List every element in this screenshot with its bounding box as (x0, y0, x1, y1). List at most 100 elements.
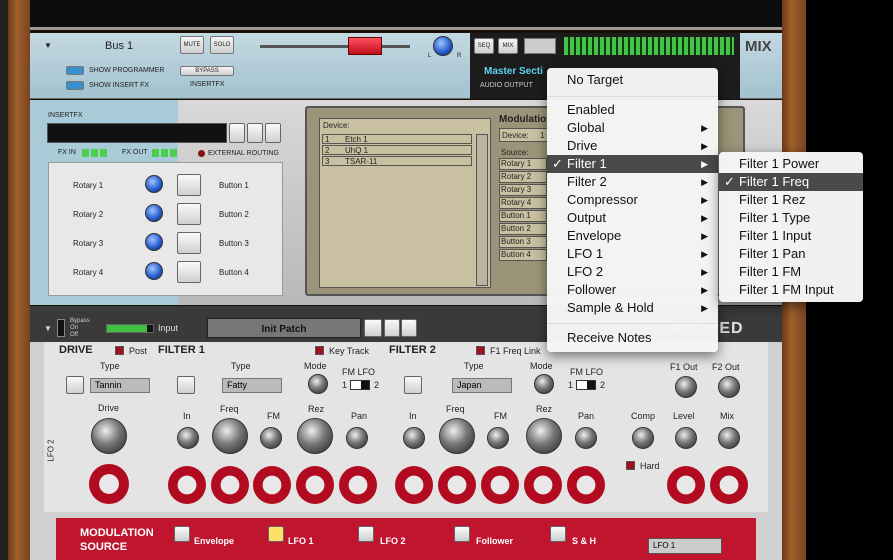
mix-knob[interactable] (718, 427, 740, 449)
submenu-item-filter-1-fm[interactable]: Filter 1 FM (719, 263, 863, 281)
button-1[interactable] (177, 174, 201, 196)
device-list[interactable]: Device: 1 Etch 1 2 UhQ 1 3 TSAR-11 (319, 118, 491, 288)
menu-item-receive-notes[interactable]: Receive Notes (547, 329, 718, 347)
filter1-type-icon-button[interactable] (177, 376, 195, 394)
button-3[interactable] (177, 232, 201, 254)
solo-button[interactable]: SOLO (210, 36, 234, 54)
rotary-4-knob[interactable] (145, 262, 163, 280)
mod-destination-display[interactable]: LFO 1 (648, 538, 722, 554)
filter1-freq-mod-knob[interactable] (211, 466, 249, 504)
filter2-freq-mod-knob[interactable] (438, 466, 476, 504)
fold-arrow[interactable]: ▼ (44, 41, 52, 50)
source-rotary-2[interactable]: Rotary 2 (499, 171, 547, 183)
synth-patch-folder[interactable] (384, 319, 400, 337)
device-row-3[interactable]: 3 TSAR-11 (322, 156, 472, 166)
submenu-item-filter-1-fm-input[interactable]: Filter 1 FM Input (719, 281, 863, 299)
filter2-fm-mod-knob[interactable] (481, 466, 519, 504)
filter2-in-mod-knob[interactable] (395, 466, 433, 504)
source-rotary-1[interactable]: Rotary 1 (499, 158, 547, 170)
button-2[interactable] (177, 203, 201, 225)
filter1-fm-lfo-switch[interactable] (350, 380, 370, 390)
mod-tab-envelope[interactable]: Envelope (194, 536, 234, 546)
mod-tab-lfo1[interactable]: LFO 1 (288, 536, 314, 546)
menu-item-envelope[interactable]: Envelope ▶ (547, 227, 718, 245)
f2-out-knob[interactable] (718, 376, 740, 398)
key-track-checkbox[interactable] (315, 346, 324, 355)
filter2-in-knob[interactable] (403, 427, 425, 449)
master-section-select[interactable]: Master Secti (484, 66, 543, 77)
mod-tab-follower-icon[interactable] (454, 526, 470, 542)
patch-save-button[interactable] (265, 123, 281, 143)
filter2-mode-knob[interactable] (534, 374, 554, 394)
synth-patch-browse[interactable] (364, 319, 382, 337)
pan-knob[interactable] (433, 36, 453, 56)
fold-arrow-synth[interactable]: ▼ (44, 324, 52, 333)
filter1-rez-knob[interactable] (297, 418, 333, 454)
filter2-rez-knob[interactable] (526, 418, 562, 454)
f1-freq-link-checkbox[interactable] (476, 346, 485, 355)
bypass-button[interactable]: BYPASS (180, 66, 234, 76)
mod-tab-envelope-icon[interactable] (174, 526, 190, 542)
mod-tab-lfo1-icon[interactable] (268, 526, 284, 542)
device-list-scrollbar[interactable] (476, 134, 488, 286)
patch-folder-button[interactable] (247, 123, 263, 143)
patch-browse-button[interactable] (229, 123, 245, 143)
source-button-1[interactable]: Button 1 (499, 210, 547, 222)
show-programmer-button[interactable] (66, 66, 84, 75)
filter2-type-icon-button[interactable] (404, 376, 422, 394)
menu-item-global[interactable]: Global ▶ (547, 119, 718, 137)
filter2-pan-knob[interactable] (575, 427, 597, 449)
menu-item-lfo-1[interactable]: LFO 1 ▶ (547, 245, 718, 263)
menu-item-filter-1[interactable]: ✓ Filter 1 ▶ (547, 155, 718, 173)
drive-mod-knob[interactable] (89, 464, 129, 504)
submenu-item-filter-1-freq[interactable]: ✓ Filter 1 Freq (719, 173, 863, 191)
submenu-item-filter-1-power[interactable]: Filter 1 Power (719, 155, 863, 173)
menu-item-enabled[interactable]: Enabled (547, 101, 718, 119)
patch-name-display[interactable]: Init Patch (207, 318, 361, 338)
comp-knob[interactable] (632, 427, 654, 449)
mute-button[interactable]: MUTE (180, 36, 204, 54)
drive-type-icon-button[interactable] (66, 376, 84, 394)
submenu-item-filter-1-pan[interactable]: Filter 1 Pan (719, 245, 863, 263)
filter1-pan-mod-knob[interactable] (339, 466, 377, 504)
mix-button[interactable]: MIX (498, 38, 518, 54)
mod-tab-lfo2[interactable]: LFO 2 (380, 536, 406, 546)
source-button-3[interactable]: Button 3 (499, 236, 547, 248)
synth-patch-save[interactable] (401, 319, 417, 337)
post-checkbox[interactable] (115, 346, 124, 355)
source-rotary-4[interactable]: Rotary 4 (499, 197, 547, 209)
filter1-mode-knob[interactable] (308, 374, 328, 394)
mod-tab-lfo2-icon[interactable] (358, 526, 374, 542)
filter1-fm-mod-knob[interactable] (253, 466, 291, 504)
device-row-2[interactable]: 2 UhQ 1 (322, 145, 472, 155)
rotary-2-knob[interactable] (145, 204, 163, 222)
insertfx-patch-display[interactable] (47, 123, 227, 143)
f1-out-knob[interactable] (675, 376, 697, 398)
mod-tab-follower[interactable]: Follower (476, 536, 513, 546)
filter2-freq-knob[interactable] (439, 418, 475, 454)
rotary-3-knob[interactable] (145, 233, 163, 251)
hard-checkbox[interactable] (626, 461, 635, 470)
source-rotary-3[interactable]: Rotary 3 (499, 184, 547, 196)
seq-button[interactable]: SEQ (474, 38, 494, 54)
drive-knob[interactable] (91, 418, 127, 454)
level-mod-knob[interactable] (667, 466, 705, 504)
filter2-pan-mod-knob[interactable] (567, 466, 605, 504)
bypass-switch[interactable] (57, 319, 65, 337)
menu-item-sample-hold[interactable]: Sample & Hold ▶ (547, 299, 718, 317)
source-button-4[interactable]: Button 4 (499, 249, 547, 261)
waveform-button[interactable] (524, 38, 556, 54)
menu-item-compressor[interactable]: Compressor ▶ (547, 191, 718, 209)
filter2-fm-lfo-switch[interactable] (576, 380, 596, 390)
menu-item-follower[interactable]: Follower ▶ (547, 281, 718, 299)
filter1-fm-knob[interactable] (260, 427, 282, 449)
menu-item-drive[interactable]: Drive ▶ (547, 137, 718, 155)
mix-mod-knob[interactable] (710, 466, 748, 504)
show-insert-fx-button[interactable] (66, 81, 84, 90)
filter1-in-mod-knob[interactable] (168, 466, 206, 504)
filter1-pan-knob[interactable] (346, 427, 368, 449)
mod-tab-sh[interactable]: S & H (572, 536, 596, 546)
mod-device-select[interactable]: Device: 1 (499, 128, 551, 142)
submenu-item-filter-1-type[interactable]: Filter 1 Type (719, 209, 863, 227)
submenu-item-filter-1-input[interactable]: Filter 1 Input (719, 227, 863, 245)
